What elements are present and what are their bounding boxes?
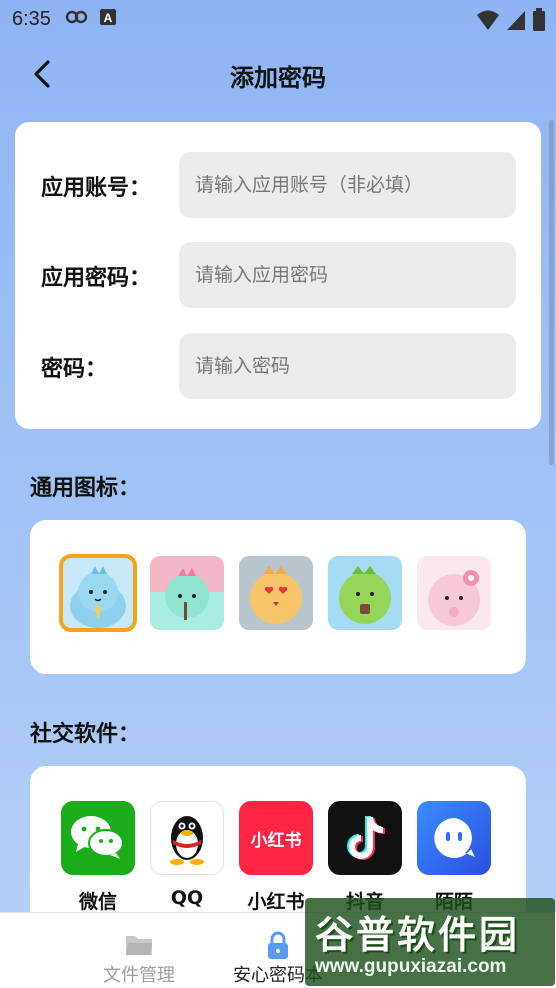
momo-icon: [417, 801, 491, 875]
scrollbar[interactable]: [549, 120, 554, 465]
app-label-qq: QQ: [170, 887, 204, 909]
wifi-icon: [476, 9, 500, 35]
xiaohongshu-icon: 小红书: [239, 801, 313, 875]
battery-icon: [532, 8, 546, 36]
general-icons-card: [30, 520, 526, 674]
avatar-option-5[interactable]: [417, 556, 491, 630]
title-bar: 添加密码: [0, 50, 556, 100]
password-form: 应用账号： 应用密码： 密码：: [15, 122, 541, 429]
status-time: 6:35: [12, 7, 51, 30]
password-label: 密码：: [41, 357, 108, 382]
app-label-wechat: 微信: [78, 891, 117, 913]
app-password-row: 应用密码：: [15, 242, 541, 308]
avatar-option-4[interactable]: [328, 556, 402, 630]
app-account-row: 应用账号：: [15, 152, 541, 218]
douyin-icon: [328, 801, 402, 875]
watermark: 谷普软件园 www.gupuxiazai.com: [305, 898, 555, 986]
page-title: 添加密码: [230, 64, 326, 92]
app-password-input[interactable]: [179, 242, 516, 308]
general-icons-title: 通用图标：: [30, 476, 141, 501]
svg-text:A: A: [104, 11, 113, 25]
avatar-option-3[interactable]: [239, 556, 313, 630]
qq-penguin-icon: [150, 801, 224, 875]
signal-icon: [506, 9, 526, 35]
app-label-xiaohongshu: 小红书: [247, 891, 305, 913]
app-password-label: 应用密码：: [41, 266, 152, 291]
lock-icon: [262, 929, 294, 961]
a-notification-icon: A: [99, 8, 117, 30]
app-wechat[interactable]: 微信: [61, 801, 135, 914]
avatar-option-1[interactable]: [59, 554, 137, 632]
app-xiaohongshu[interactable]: 小红书 小红书: [239, 801, 313, 914]
wechat-icon: [61, 801, 135, 875]
app-qq[interactable]: QQ: [150, 801, 224, 909]
watermark-url: www.gupuxiazai.com: [315, 956, 507, 977]
assistant-icon: [65, 8, 89, 30]
social-apps-title: 社交软件：: [30, 722, 141, 747]
watermark-title: 谷普软件园: [315, 913, 521, 957]
avatar-option-2[interactable]: [150, 556, 224, 630]
app-account-input[interactable]: [179, 152, 516, 218]
password-row: 密码：: [15, 333, 541, 399]
app-account-label: 应用账号：: [41, 176, 152, 201]
password-input[interactable]: [179, 333, 516, 399]
status-bar: 6:35 A: [0, 0, 556, 38]
